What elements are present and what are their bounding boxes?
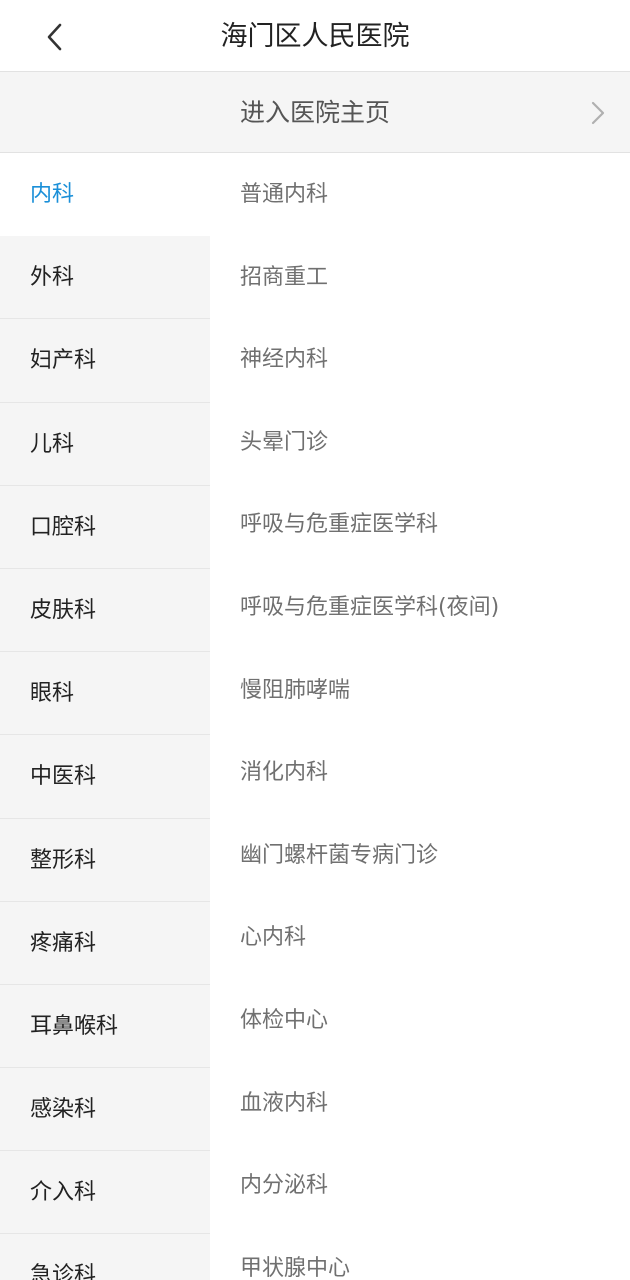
page-title: 海门区人民医院 — [220, 21, 410, 52]
back-button[interactable] — [30, 12, 80, 62]
sidebar-item-department[interactable]: 内科 — [0, 153, 210, 237]
sidebar-item-department[interactable]: 介入科 — [0, 1151, 210, 1235]
department-browser: 内科 外科 妇产科 儿科 口腔科 皮肤科 眼科 中医科 整形科 疼痛科 耳鼻喉科 感染科 介入科 急诊科 … — [0, 153, 630, 1280]
list-item-sub-department[interactable]: 血液内科 — [210, 1062, 630, 1145]
sidebar-item-department[interactable]: 整形科 — [0, 819, 210, 902]
sidebar-item-department[interactable]: 妇产科 — [0, 319, 210, 403]
list-item-sub-department[interactable]: 慢阻肺哮喘 — [210, 649, 630, 732]
sidebar-item-department[interactable]: 耳鼻喉科 — [0, 985, 210, 1069]
hospital-home-link[interactable]: 进入医院主页 — [0, 72, 630, 153]
list-item-sub-department[interactable]: 内分泌科 — [210, 1144, 630, 1227]
list-item-sub-department[interactable]: 体检中心 — [210, 979, 630, 1062]
sidebar-item-department[interactable]: 疼痛科 — [0, 902, 210, 985]
list-item-sub-department[interactable]: 神经内科 — [210, 318, 630, 401]
sidebar-item-department[interactable]: 急诊科 — [0, 1234, 210, 1280]
hospital-home-label: 进入医院主页 — [239, 98, 390, 127]
list-item-sub-department[interactable]: 呼吸与危重症医学科(夜间) — [210, 566, 630, 649]
list-item-sub-department[interactable]: 普通内科 — [210, 153, 630, 236]
list-item-sub-department[interactable]: 幽门螺杆菌专病门诊 — [210, 814, 630, 897]
sidebar-item-department[interactable]: 外科 — [0, 236, 210, 320]
sidebar-item-department[interactable]: 皮肤科 — [0, 569, 210, 653]
sidebar-item-department[interactable]: 眼科 — [0, 652, 210, 736]
chevron-left-icon — [47, 23, 62, 51]
list-item-sub-department[interactable]: 心内科 — [210, 896, 630, 979]
list-item-sub-department[interactable]: 头晕门诊 — [210, 401, 630, 484]
sub-department-list: 普通内科 招商重工 神经内科 头晕门诊 呼吸与危重症医学科 呼吸与危重症医学科(夜间) 慢阻… — [210, 153, 630, 1280]
sidebar-item-department[interactable]: 感染科 — [0, 1068, 210, 1152]
sidebar-item-department[interactable]: 中医科 — [0, 735, 210, 819]
sidebar-item-department[interactable]: 口腔科 — [0, 486, 210, 569]
list-item-sub-department[interactable]: 招商重工 — [210, 236, 630, 319]
department-sidebar: 内科 外科 妇产科 儿科 口腔科 皮肤科 眼科 中医科 整形科 疼痛科 耳鼻喉科 感染科 介入科 急诊科 — [0, 153, 210, 1280]
app-header: 海门区人民医院 — [0, 0, 630, 72]
list-item-sub-department[interactable]: 呼吸与危重症医学科 — [210, 483, 630, 566]
sidebar-item-department[interactable]: 儿科 — [0, 403, 210, 486]
list-item-sub-department[interactable]: 消化内科 — [210, 731, 630, 814]
chevron-right-icon — [591, 101, 605, 125]
list-item-sub-department[interactable]: 甲状腺中心 — [210, 1227, 630, 1280]
